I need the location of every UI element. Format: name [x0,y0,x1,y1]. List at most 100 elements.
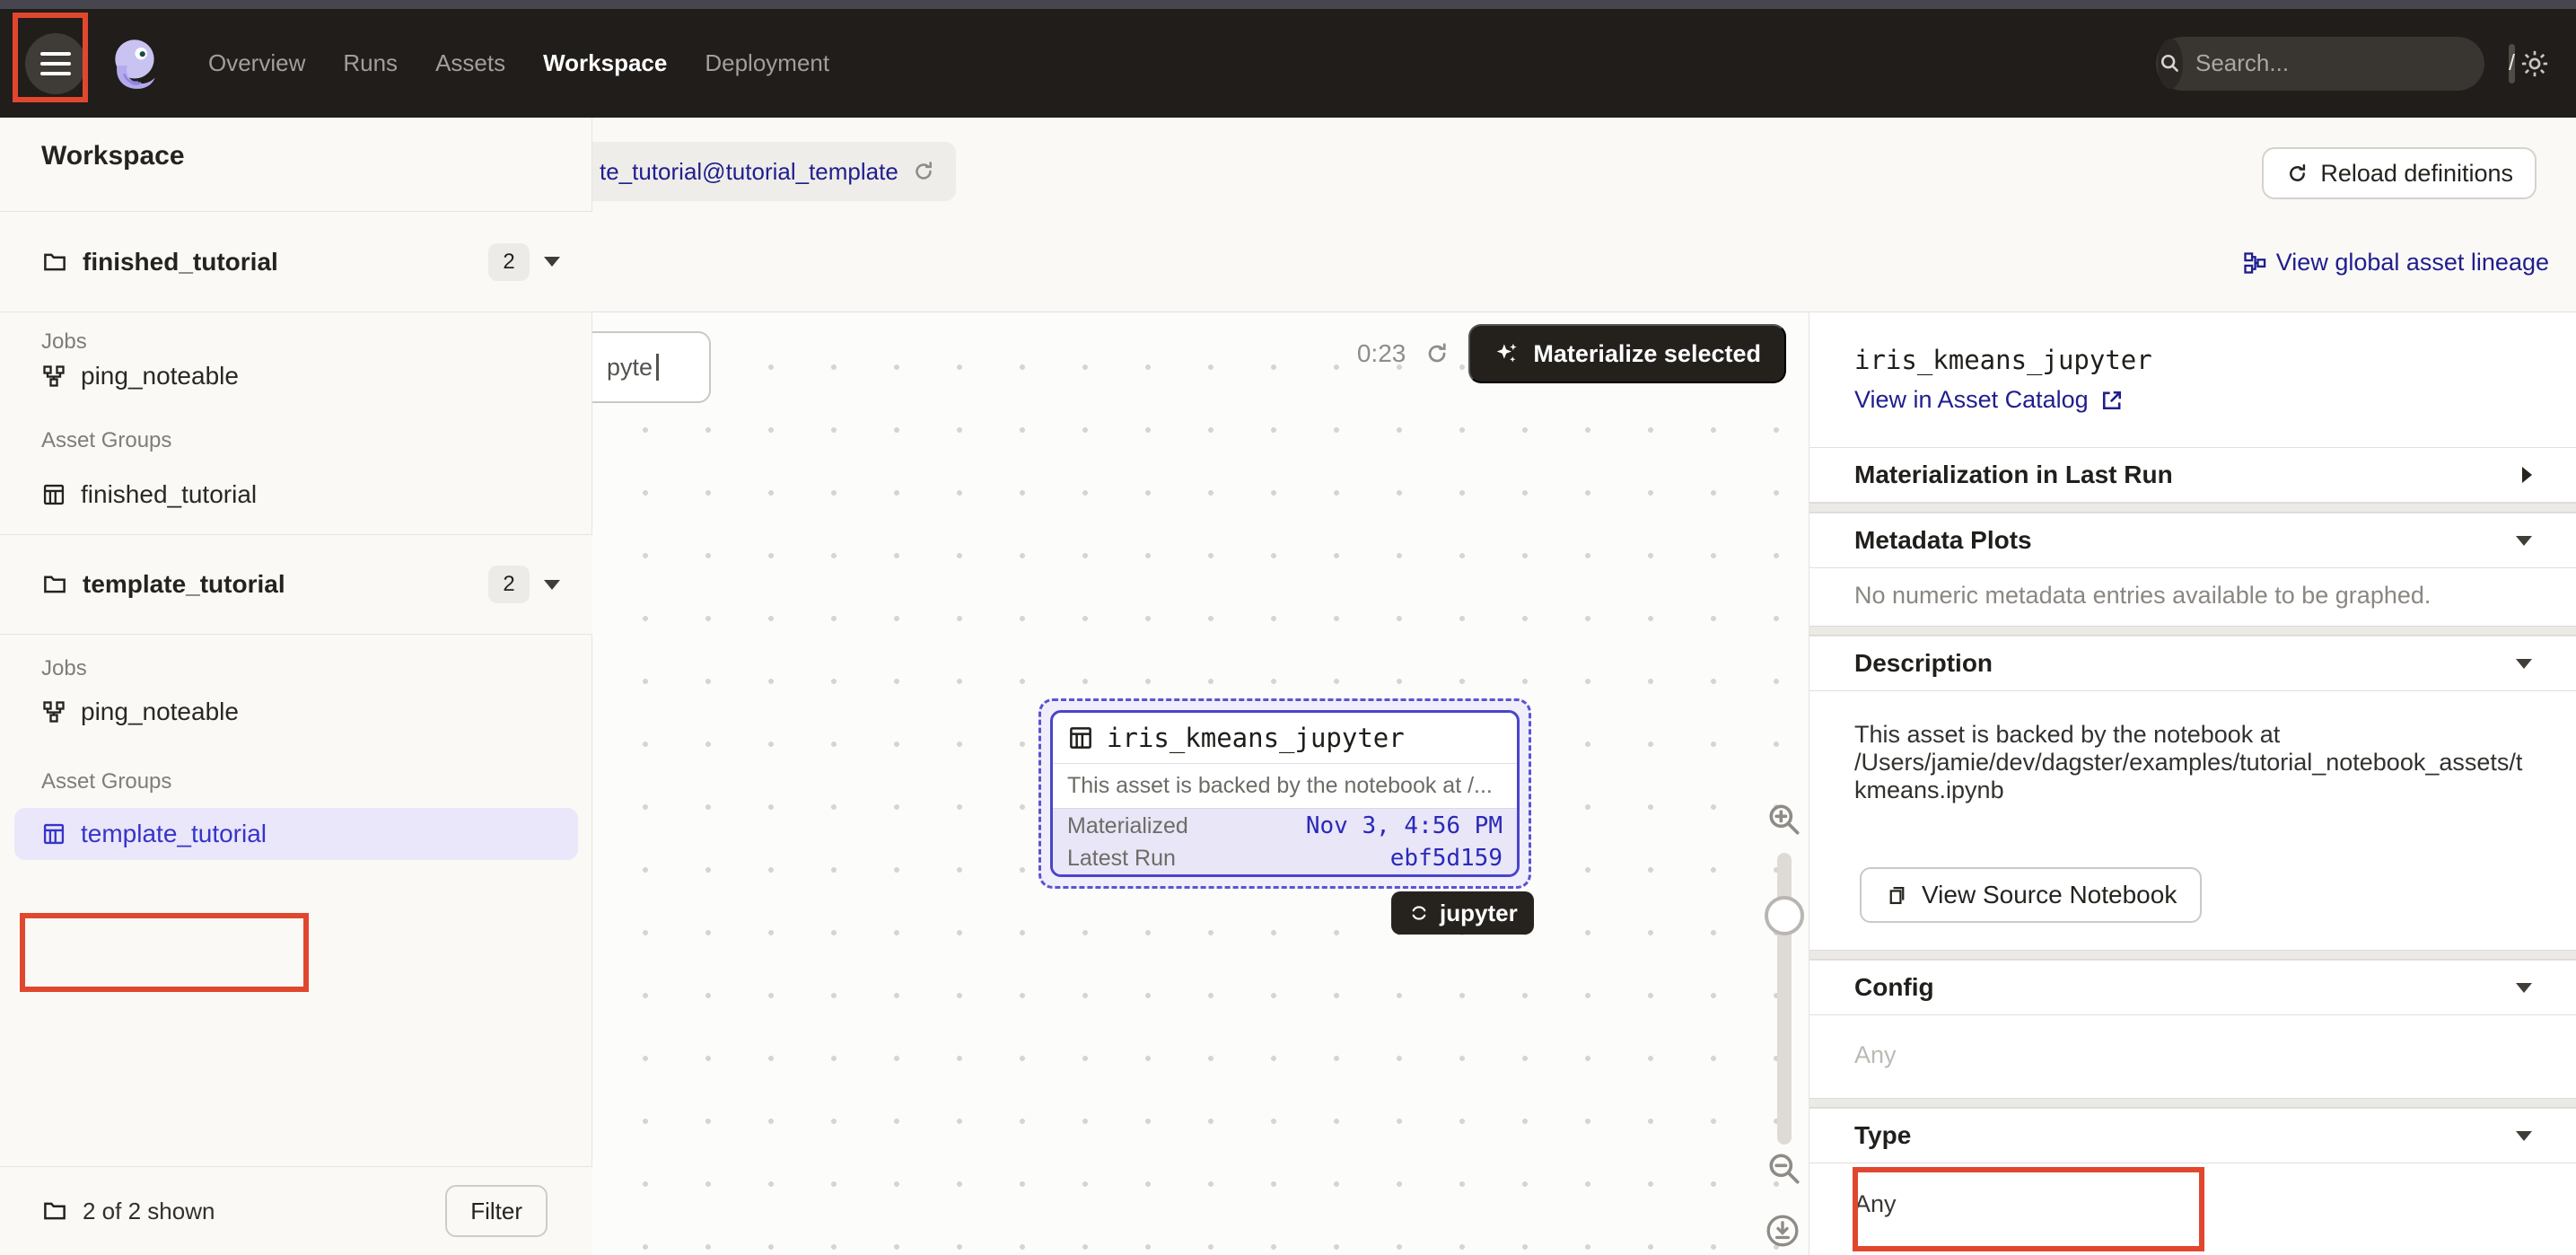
asset-groups-section-label: Asset Groups [41,428,171,453]
job-item-ping-noteable[interactable]: ping_noteable [0,692,592,732]
folder-icon [41,249,68,276]
chevron-down-icon[interactable] [544,580,560,590]
graph-query-input[interactable]: pyte [592,331,711,403]
refresh-icon [2285,162,2309,186]
nav-item-overview[interactable]: Overview [208,49,305,77]
view-in-asset-catalog-link[interactable]: View in Asset Catalog [1854,386,2125,414]
section-gap [1809,503,2576,513]
folder-icon [41,571,68,598]
materialize-selected-button[interactable]: Materialize selected [1468,324,1786,383]
nav-item-deployment[interactable]: Deployment [705,49,829,77]
chevron-down-icon [2516,983,2532,993]
asset-details-panel: iris_kmeans_jupyter View in Asset Catalo… [1809,312,2576,1255]
materialized-timestamp[interactable]: Nov 3, 4:56 PM [1306,812,1503,839]
job-icon [41,699,66,724]
section-title: Config [1854,973,1934,1002]
zoom-slider-handle[interactable] [1765,896,1804,935]
job-item-label: ping_noteable [81,362,239,391]
graph-query-text: pyte [607,354,653,382]
section-gap [1809,1098,2576,1108]
dagster-app: Overview Runs Assets Workspace Deploymen… [0,0,2576,1255]
reload-definitions-button[interactable]: Reload definitions [2262,147,2537,199]
repos-shown-count: 2 of 2 shown [83,1198,215,1225]
asset-node-header: iris_kmeans_jupyter [1053,713,1517,763]
nav-item-runs[interactable]: Runs [343,49,398,77]
latest-run-id-link[interactable]: ebf5d159 [1390,845,1503,872]
section-type[interactable]: Type [1809,1108,2576,1163]
repo-name: finished_tutorial [83,248,278,276]
view-source-notebook-button[interactable]: View Source Notebook [1860,867,2202,923]
compute-kind-label: jupyter [1440,900,1518,927]
asset-description-text: This asset is backed by the notebook at … [1854,721,2537,804]
section-title: Description [1854,649,1993,678]
nav-item-assets[interactable]: Assets [435,49,505,77]
asset-group-label: finished_tutorial [81,480,257,509]
zoom-in-icon[interactable] [1765,800,1804,839]
topnav-right-group: / [2156,37,2551,91]
lineage-link-label: View global asset lineage [2276,249,2549,276]
jobs-section-label: Jobs [41,329,87,355]
section-config[interactable]: Config [1809,960,2576,1015]
asset-node-stats: Materialized Nov 3, 4:56 PM Latest Run e… [1053,808,1517,875]
search-input[interactable] [2183,49,2509,77]
view-source-notebook-label: View Source Notebook [1922,881,2177,909]
repo-count-badge: 2 [488,566,530,603]
window-top-strip [0,0,2576,9]
section-materialization-in-last-run[interactable]: Materialization in Last Run [1809,447,2576,503]
dagster-octopus-logo[interactable] [106,34,165,93]
section-metadata-plots[interactable]: Metadata Plots [1809,513,2576,568]
asset-node-iris-kmeans-jupyter[interactable]: iris_kmeans_jupyter This asset is backed… [1050,710,1520,877]
latest-run-label: Latest Run [1067,846,1176,872]
refresh-icon[interactable] [911,159,936,184]
gear-icon[interactable] [2519,48,2551,80]
folder-icon [41,1198,68,1224]
asset-group-icon [41,482,66,507]
section-title: Materialization in Last Run [1854,461,2173,489]
external-link-icon [2099,388,2125,413]
job-item-ping-noteable[interactable]: ping_noteable [0,356,592,396]
jobs-section-label: Jobs [41,656,87,681]
asset-node-selection-outline[interactable]: iris_kmeans_jupyter This asset is backed… [1038,698,1531,889]
graph-toolbar: 0:23 Materialize selected [1357,324,1786,383]
materialize-selected-label: Materialize selected [1533,340,1761,368]
top-navigation-bar: Overview Runs Assets Workspace Deploymen… [0,9,2576,118]
repo-row-finished-tutorial[interactable]: finished_tutorial 2 [0,212,592,312]
page-header-band: te_tutorial@tutorial_template Reload def… [592,118,2576,312]
catalog-link-label: View in Asset Catalog [1854,386,2089,414]
asset-group-item-finished-tutorial[interactable]: finished_tutorial [0,475,592,514]
section-gap [1809,950,2576,960]
repo-row-template-tutorial[interactable]: template_tutorial 2 [0,534,592,635]
section-gap [1809,626,2576,636]
global-search[interactable]: / [2156,37,2484,91]
chevron-down-icon [2516,1131,2532,1141]
text-cursor [656,354,659,381]
filter-button[interactable]: Filter [445,1185,548,1237]
asset-graph-canvas[interactable]: pyte 0:23 Materialize selected [592,312,1809,1255]
query-elapsed-timer: 0:23 [1357,339,1406,368]
section-description[interactable]: Description [1809,636,2576,691]
chevron-down-icon[interactable] [544,257,560,267]
compute-kind-tag-jupyter[interactable]: jupyter [1391,891,1534,935]
nav-item-workspace[interactable]: Workspace [543,49,667,77]
sidebar-title: Workspace [41,141,185,171]
download-graph-icon[interactable] [1765,1213,1801,1249]
asset-details-title: iris_kmeans_jupyter [1854,345,2152,375]
notebook-copy-icon [1885,883,1909,908]
zoom-out-icon[interactable] [1765,1149,1804,1189]
sparkle-icon [1494,340,1520,367]
asset-group-item-template-tutorial-selected[interactable]: template_tutorial [14,808,578,860]
lineage-icon [2242,250,2267,276]
chevron-down-icon [2516,659,2532,669]
refresh-icon[interactable] [1424,340,1450,367]
section-title: Type [1854,1121,1911,1150]
job-icon [41,364,66,389]
sidebar-footer: 2 of 2 shown Filter [0,1166,592,1255]
chevron-right-icon [2522,467,2532,483]
workspace-sidebar: Workspace finished_tutorial 2 Jobs ping_… [0,118,592,1255]
hamburger-menu-button[interactable] [25,33,86,94]
chevron-down-icon [2516,536,2532,546]
code-location-tag[interactable]: te_tutorial@tutorial_template [592,142,956,201]
repo-name: template_tutorial [83,570,285,599]
hamburger-icon [40,52,71,56]
view-global-asset-lineage-link[interactable]: View global asset lineage [2242,249,2549,276]
